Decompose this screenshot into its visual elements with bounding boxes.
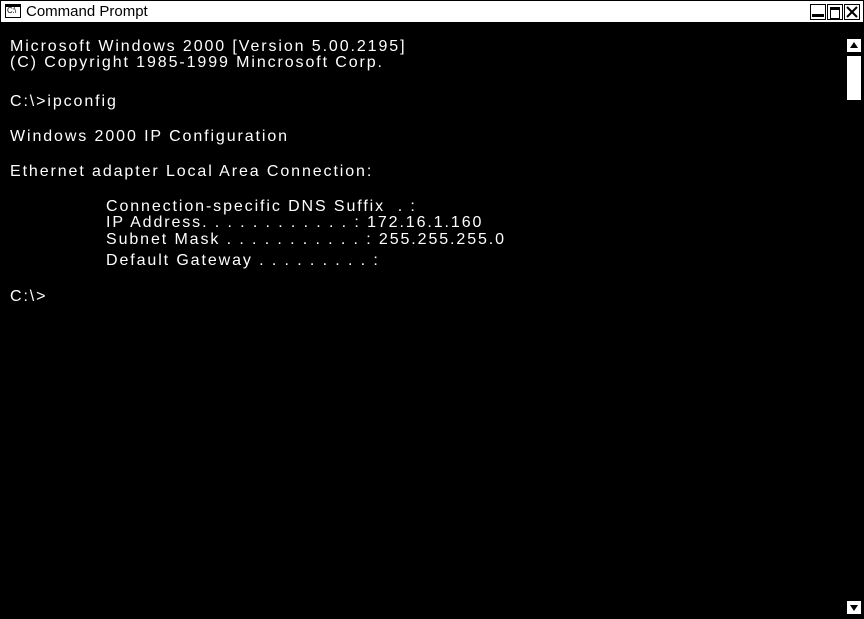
command-prompt-window: C:\ Command Prompt Microsoft Windows 200… bbox=[0, 0, 864, 619]
console-line-default-gateway: Default Gateway . . . . . . . . . : bbox=[106, 252, 380, 269]
arrow-up-icon[interactable] bbox=[846, 38, 862, 53]
scrollbar-thumb[interactable] bbox=[846, 55, 862, 101]
window-controls bbox=[810, 4, 860, 20]
console-line-adapter: Ethernet adapter Local Area Connection: bbox=[10, 163, 374, 180]
vertical-scrollbar[interactable] bbox=[841, 23, 863, 618]
window-title: Command Prompt bbox=[26, 3, 148, 20]
console-line-prompt: C:\> bbox=[10, 288, 48, 305]
maximize-icon[interactable] bbox=[827, 4, 843, 20]
window-icon-label: C:\ bbox=[7, 6, 16, 15]
console-line-ip-address: IP Address. . . . . . . . . . . . : 172.… bbox=[106, 214, 484, 231]
console-line-command: C:\>ipconfig bbox=[10, 93, 118, 110]
title-bar[interactable]: C:\ Command Prompt bbox=[1, 1, 863, 23]
console-output[interactable]: Microsoft Windows 2000 [Version 5.00.219… bbox=[1, 23, 841, 618]
console-line-dns-suffix: Connection-specific DNS Suffix . : bbox=[106, 198, 417, 215]
command-prompt-icon[interactable]: C:\ bbox=[5, 4, 21, 18]
arrow-down-icon[interactable] bbox=[846, 600, 862, 615]
console-line-copyright: (C) Copyright 1985-1999 Mincrosoft Corp. bbox=[10, 54, 384, 71]
console-line-subnet-mask: Subnet Mask . . . . . . . . . . . : 255.… bbox=[106, 231, 506, 248]
close-icon[interactable] bbox=[844, 4, 860, 20]
console-line-version: Microsoft Windows 2000 [Version 5.00.219… bbox=[10, 38, 407, 55]
console-line-ip-config-heading: Windows 2000 IP Configuration bbox=[10, 128, 289, 145]
minimize-icon[interactable] bbox=[810, 4, 826, 20]
